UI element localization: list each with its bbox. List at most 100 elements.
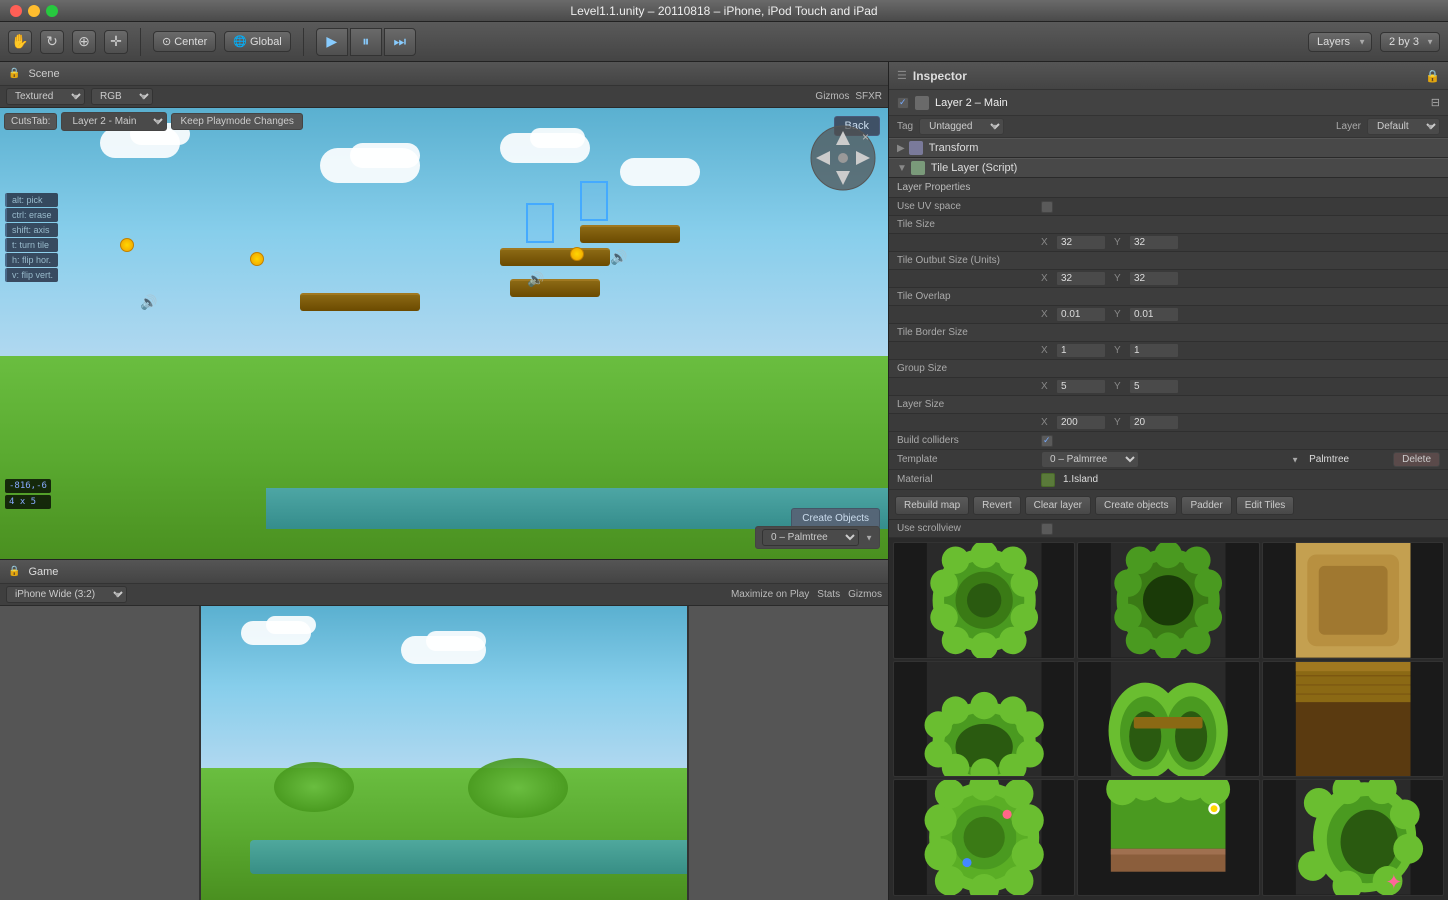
- scale-tool-button[interactable]: ⊕: [72, 30, 96, 54]
- tile-5[interactable]: [1077, 661, 1259, 778]
- center-icon: ⊙: [162, 35, 171, 48]
- maximize-button[interactable]: [46, 5, 58, 17]
- hand-tool-button[interactable]: ✋: [8, 30, 32, 54]
- transform-header[interactable]: ▶ Transform: [889, 138, 1448, 158]
- game-image: [199, 606, 689, 900]
- tile-2[interactable]: [1077, 542, 1259, 659]
- tile-overlap-x-input[interactable]: [1056, 307, 1106, 322]
- by-dropdown[interactable]: 2 by 3: [1380, 32, 1440, 52]
- svg-text:✦: ✦: [1385, 871, 1402, 894]
- tile-7[interactable]: [893, 779, 1075, 896]
- rebuild-map-button[interactable]: Rebuild map: [895, 496, 969, 515]
- layer-size-y-input[interactable]: [1129, 415, 1179, 430]
- minimize-button[interactable]: [28, 5, 40, 17]
- tile-overlap-y-label: Y: [1114, 309, 1126, 320]
- scene-tab-label[interactable]: Scene: [28, 68, 59, 80]
- build-colliders-checkbox[interactable]: [1041, 435, 1053, 447]
- center-toggle[interactable]: ⊙ Center: [153, 31, 216, 52]
- left-panel: 🔒 Scene Textured RGB Gizmos SFXR: [0, 62, 888, 900]
- group-size-x-input[interactable]: [1056, 379, 1106, 394]
- pause-button[interactable]: ⏸: [350, 28, 382, 56]
- template-dropdown[interactable]: 0 – Palmrree: [1041, 451, 1139, 468]
- game-water: [250, 840, 689, 873]
- tag-dropdown[interactable]: Untagged: [919, 118, 1004, 135]
- group-size-y-input[interactable]: [1129, 379, 1179, 394]
- maximize-on-play[interactable]: Maximize on Play: [731, 589, 809, 600]
- tile-layer-section: ▼ Tile Layer (Script) Layer Properties U…: [889, 158, 1448, 490]
- layer-label: Layer: [1336, 121, 1361, 132]
- tile-border-label: Tile Border Size: [897, 327, 1037, 338]
- inspector-scroll[interactable]: ▶ Transform ▼ Tile Layer (Script) Layer …: [889, 138, 1448, 492]
- tile-6[interactable]: [1262, 661, 1444, 778]
- tile-overlap-row: Tile Overlap: [889, 288, 1448, 306]
- step-button[interactable]: ⏭: [384, 28, 416, 56]
- keep-playmode-button[interactable]: Keep Playmode Changes: [171, 113, 302, 130]
- svg-text:×: ×: [862, 130, 869, 144]
- inspector-title: Inspector: [913, 69, 967, 83]
- layer-size-x-input[interactable]: [1056, 415, 1106, 430]
- game-cloud-2: [266, 616, 316, 634]
- view-mode-dropdown[interactable]: Textured: [6, 88, 85, 105]
- coin-2: [250, 252, 264, 266]
- stats-button[interactable]: Stats: [817, 589, 840, 600]
- layer-select[interactable]: Layer 2 - Main: [61, 112, 167, 131]
- tile-overlap-x-label: X: [1041, 309, 1053, 320]
- channel-dropdown[interactable]: RGB: [91, 88, 153, 105]
- tile-border-x-item: X: [1041, 343, 1106, 358]
- tile-size-x-input[interactable]: [1056, 235, 1106, 250]
- material-value: 1.Island: [1063, 474, 1440, 485]
- nav-cross: ×: [808, 123, 878, 193]
- play-button[interactable]: ▶: [316, 28, 348, 56]
- tile-1[interactable]: [893, 542, 1075, 659]
- window-title: Level1.1.unity – 20110818 – iPhone, iPod…: [570, 4, 877, 18]
- layer-enable-checkbox[interactable]: [897, 97, 909, 109]
- template-delete-button[interactable]: Delete: [1393, 452, 1440, 467]
- game-tab-label[interactable]: Game: [28, 566, 58, 578]
- scene-lock-icon[interactable]: 🔒: [8, 68, 20, 79]
- tile-overlap-y-input[interactable]: [1129, 307, 1179, 322]
- tile-4[interactable]: [893, 661, 1075, 778]
- platform-4: [300, 293, 420, 311]
- close-button[interactable]: [10, 5, 22, 17]
- inspector-lock-button[interactable]: 🔒: [1425, 69, 1440, 83]
- platform-2: [500, 248, 610, 266]
- use-scrollview-checkbox[interactable]: [1041, 523, 1053, 535]
- template-dropdown-wrap: 0 – Palmrree: [1041, 451, 1305, 468]
- game-toolbar: iPhone Wide (3:2) Maximize on Play Stats…: [0, 584, 888, 606]
- scene-canvas[interactable]: 🔊 🔊 🔊 CutsTab: Layer 2 - Main: [0, 108, 888, 559]
- layer-size-label: Layer Size: [897, 399, 1037, 410]
- game-lock-icon[interactable]: 🔒: [8, 566, 20, 577]
- layers-dropdown[interactable]: Layers: [1308, 32, 1372, 52]
- tile-border-y-label: Y: [1114, 345, 1126, 356]
- layer-select-inspector[interactable]: Default: [1367, 118, 1440, 135]
- shortcut-v-flip: v: flip vert.: [5, 268, 58, 282]
- tile-output-x-input[interactable]: [1056, 271, 1106, 286]
- tile-layer-header[interactable]: ▼ Tile Layer (Script): [889, 158, 1448, 178]
- edit-tiles-button[interactable]: Edit Tiles: [1236, 496, 1295, 515]
- tile-9[interactable]: ✦: [1262, 779, 1444, 896]
- move-tool-button[interactable]: ✛: [104, 30, 128, 54]
- tile-border-x-input[interactable]: [1056, 343, 1106, 358]
- revert-button[interactable]: Revert: [973, 496, 1020, 515]
- tile-size-y-input[interactable]: [1129, 235, 1179, 250]
- tile-border-y-input[interactable]: [1129, 343, 1179, 358]
- create-objects-inspector-button[interactable]: Create objects: [1095, 496, 1177, 515]
- screen-size-dropdown[interactable]: iPhone Wide (3:2): [6, 586, 127, 603]
- tile-output-y-input[interactable]: [1129, 271, 1179, 286]
- game-gizmos-label[interactable]: Gizmos: [848, 589, 882, 600]
- tile-8[interactable]: [1077, 779, 1259, 896]
- material-icon: [1041, 473, 1055, 487]
- global-toggle[interactable]: 🌐 Global: [224, 31, 291, 52]
- channel-dropdown-wrap: RGB: [91, 88, 153, 105]
- layer-size-x-item: X: [1041, 415, 1106, 430]
- tile-output-row: Tile Outbut Size (Units): [889, 252, 1448, 270]
- gizmos-label[interactable]: Gizmos: [815, 91, 849, 102]
- rotate-tool-button[interactable]: ↻: [40, 30, 64, 54]
- layer-size-xy: X Y: [1041, 415, 1440, 430]
- scene-content: 🔊 🔊 🔊: [0, 108, 888, 559]
- use-uv-checkbox[interactable]: [1041, 201, 1053, 213]
- padder-button[interactable]: Padder: [1181, 496, 1231, 515]
- palmtree-dropdown[interactable]: 0 – Palmtree: [762, 529, 859, 546]
- clear-layer-button[interactable]: Clear layer: [1025, 496, 1091, 515]
- tile-3[interactable]: [1262, 542, 1444, 659]
